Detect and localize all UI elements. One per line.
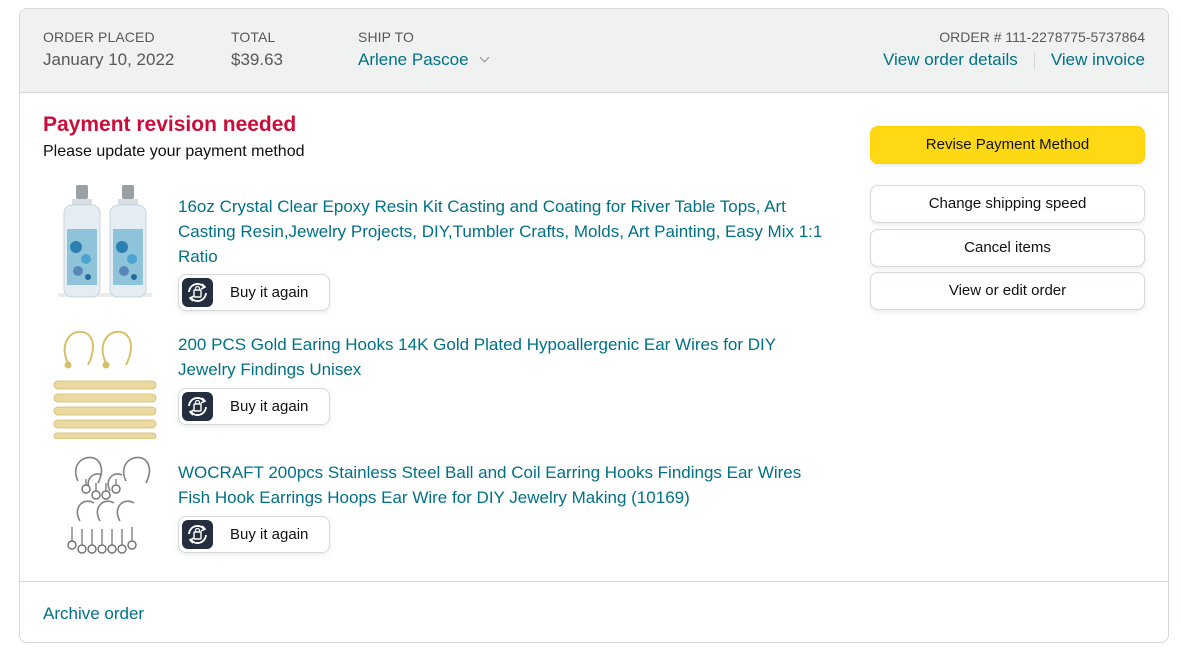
order-placed-value: January 10, 2022 <box>43 50 175 69</box>
buy-it-again-label: Buy it again <box>230 526 309 543</box>
status-title: Payment revision needed <box>43 113 297 136</box>
item-title-link[interactable]: WOCRAFT 200pcs Stainless Steel Ball and … <box>178 460 828 510</box>
bottle-a <box>63 185 101 298</box>
order-item: WOCRAFT 200pcs Stainless Steel Ball and … <box>50 451 830 571</box>
ship-to-dropdown[interactable]: Arlene Pascoe <box>358 49 490 71</box>
total-value: $39.63 <box>231 50 283 69</box>
ship-to-name[interactable]: Arlene Pascoe <box>358 50 469 69</box>
ship-to: SHIP TO Arlene Pascoe <box>358 29 490 71</box>
item-title-link[interactable]: 200 PCS Gold Earing Hooks 14K Gold Plate… <box>178 332 828 382</box>
order-placed-label: ORDER PLACED <box>43 29 155 45</box>
buy-again-icon <box>182 520 213 549</box>
revise-payment-button[interactable]: Revise Payment Method <box>870 126 1145 164</box>
buy-it-again-button[interactable]: Buy it again <box>178 516 330 553</box>
order-card: ORDER PLACED January 10, 2022 TOTAL $39.… <box>19 8 1169 643</box>
order-info: ORDER # 111-2278775-5737864 View order d… <box>883 29 1145 71</box>
view-order-details-link[interactable]: View order details <box>883 50 1018 69</box>
order-number: ORDER # 111-2278775-5737864 <box>939 29 1145 45</box>
bottle-b <box>109 185 147 298</box>
cancel-items-button[interactable]: Cancel items <box>870 229 1145 267</box>
buy-again-icon <box>182 392 213 421</box>
order-placed: ORDER PLACED January 10, 2022 <box>43 29 174 71</box>
order-footer: Archive order <box>20 581 1168 642</box>
total-label: TOTAL <box>231 29 276 45</box>
order-links: View order details View invoice <box>883 49 1145 71</box>
gold-ear-hooks-image[interactable] <box>50 323 160 439</box>
order-item: 16oz Crystal Clear Epoxy Resin Kit Casti… <box>50 185 830 311</box>
ship-to-label: SHIP TO <box>358 29 414 45</box>
chevron-down-icon[interactable] <box>479 52 490 63</box>
buy-it-again-button[interactable]: Buy it again <box>178 388 330 425</box>
view-invoice-link[interactable]: View invoice <box>1051 50 1145 69</box>
order-header: ORDER PLACED January 10, 2022 TOTAL $39.… <box>20 9 1168 93</box>
order-total: TOTAL $39.63 <box>231 29 283 71</box>
change-shipping-speed-button[interactable]: Change shipping speed <box>870 185 1145 223</box>
buy-it-again-label: Buy it again <box>230 398 309 415</box>
epoxy-resin-bottles-image[interactable] <box>50 185 160 301</box>
buy-it-again-button[interactable]: Buy it again <box>178 274 330 311</box>
buy-it-again-label: Buy it again <box>230 284 309 301</box>
item-title-link[interactable]: 16oz Crystal Clear Epoxy Resin Kit Casti… <box>178 194 828 269</box>
order-item: 200 PCS Gold Earing Hooks 14K Gold Plate… <box>50 323 830 443</box>
view-edit-order-button[interactable]: View or edit order <box>870 272 1145 310</box>
status-subtitle: Please update your payment method <box>43 143 305 160</box>
link-divider <box>1033 51 1035 70</box>
archive-order-link[interactable]: Archive order <box>43 603 144 625</box>
steel-ear-hooks-image[interactable] <box>50 451 160 567</box>
buy-again-icon <box>182 278 213 307</box>
